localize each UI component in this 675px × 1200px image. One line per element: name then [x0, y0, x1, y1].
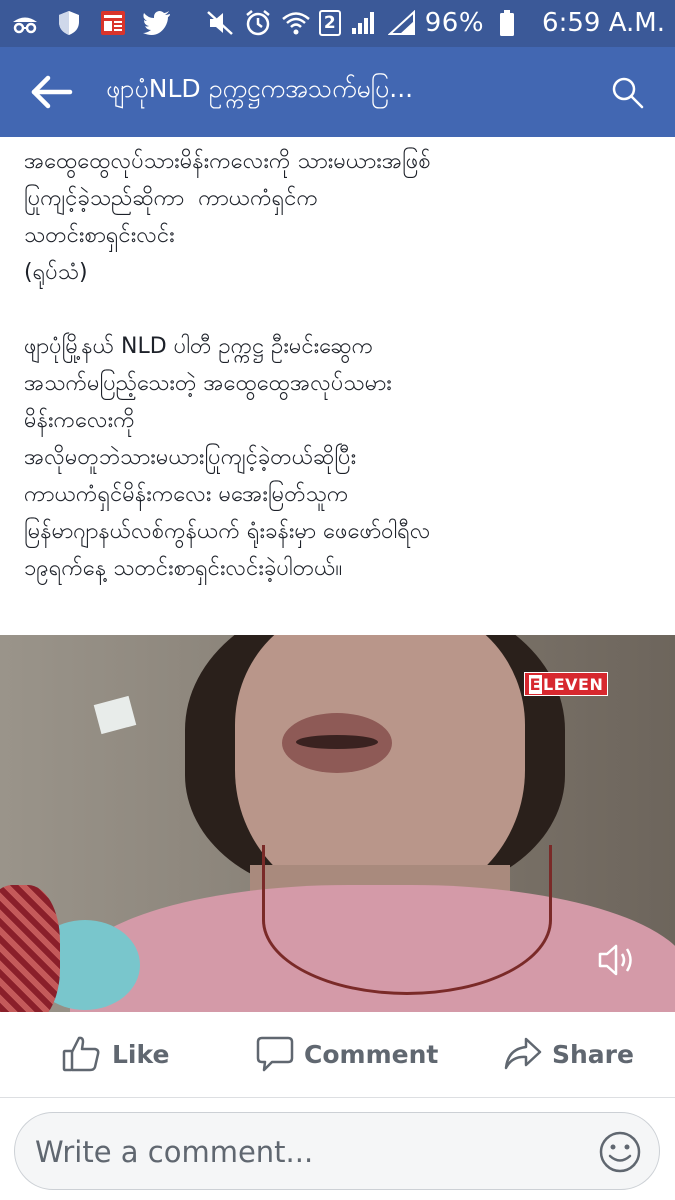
shield-icon [54, 8, 84, 38]
video-player[interactable]: E LEVEN [0, 635, 675, 1012]
post-line: ပြုကျင့်ခဲ့သည်ဆိုကာ ကာယကံရှင်က [24, 186, 319, 211]
comment-bar: Write a comment... [0, 1098, 675, 1200]
clock: 6:59 A.M. [542, 8, 665, 38]
background-cloth [0, 885, 60, 1012]
share-label: Share [552, 1039, 634, 1069]
sound-icon[interactable] [597, 943, 637, 977]
like-label: Like [112, 1039, 170, 1069]
emoji-icon[interactable] [597, 1129, 643, 1175]
battery-percent: 96% [424, 8, 485, 38]
incognito-icon [10, 8, 40, 38]
eleven-logo: E LEVEN [524, 672, 608, 696]
comment-button[interactable]: Comment [256, 1034, 438, 1074]
signal-icon [349, 8, 379, 38]
post-line: အထွေထွေလုပ်သားမိန်းကလေးကို သားမယားအဖြစ် [24, 149, 431, 174]
signal-secondary-icon [387, 8, 417, 38]
app-bar: ဖျာပုံNLD ဥက္ကဋ္ဌကအသက်မပြ... [0, 47, 675, 137]
post-actions: Like Comment Share [0, 1012, 675, 1098]
page-title: ဖျာပုံNLD ဥက္ကဋ္ဌကအသက်မပြ... [106, 74, 414, 103]
status-left-icons [10, 8, 172, 38]
person-mouth [296, 735, 378, 749]
news-app-icon [98, 8, 128, 38]
twitter-icon [142, 8, 172, 38]
post-line: အသက်မပြည့်သေးတဲ့ အထွေထွေအလုပ်သမား [24, 371, 392, 396]
share-arrow-icon [504, 1035, 542, 1073]
back-arrow-icon[interactable] [30, 72, 74, 112]
post-line: ကာယကံရှင်မိန်းကလေး မအေးမြတ်သူက [24, 482, 349, 507]
post-line: ဖျာပုံမြို့နယ် NLD ပါတီ ဥက္ကဋ္ဌ ဦးမင်းဆွ… [24, 334, 374, 359]
status-bar: 2 96% 6:59 A.M. [0, 0, 675, 47]
wifi-icon [281, 8, 311, 38]
comment-placeholder: Write a comment... [35, 1135, 314, 1169]
status-right-icons: 2 96% 6:59 A.M. [205, 8, 665, 38]
post-line: မိန်းကလေးကို [24, 408, 135, 433]
post-line: ၁၉ရက်နေ့ သတင်းစာရှင်းလင်းခဲ့ပါတယ်။ [24, 556, 343, 581]
comment-input[interactable]: Write a comment... [14, 1112, 660, 1190]
search-icon[interactable] [610, 75, 646, 111]
share-button[interactable]: Share [504, 1034, 634, 1074]
person-necklace [262, 845, 552, 995]
post-line: သတင်းစာရှင်းလင်း [24, 223, 175, 248]
comment-label: Comment [304, 1039, 439, 1069]
post-line: အလိုမတူဘဲသားမယားပြုကျင့်ခဲ့တယ်ဆိုပြီး [24, 445, 357, 470]
thumbs-up-icon [62, 1035, 102, 1073]
comment-bubble-icon [256, 1035, 294, 1073]
sim-2-icon: 2 [318, 10, 341, 36]
post-line: (ရုပ်သံ) [24, 260, 88, 285]
logo-letter-e: E [528, 674, 543, 694]
mute-icon [205, 8, 235, 38]
post-line: မြန်မာဂျာနယ်လစ်ကွန်ယက် ရုံးခန်းမှာ ဖေဖော… [24, 519, 431, 544]
alarm-icon [243, 8, 273, 38]
post-body: အထွေထွေလုပ်သားမိန်းကလေးကို သားမယားအဖြစ် … [0, 137, 675, 635]
logo-text: LEVEN [543, 674, 604, 694]
battery-icon [492, 8, 522, 38]
like-button[interactable]: Like [62, 1034, 169, 1074]
